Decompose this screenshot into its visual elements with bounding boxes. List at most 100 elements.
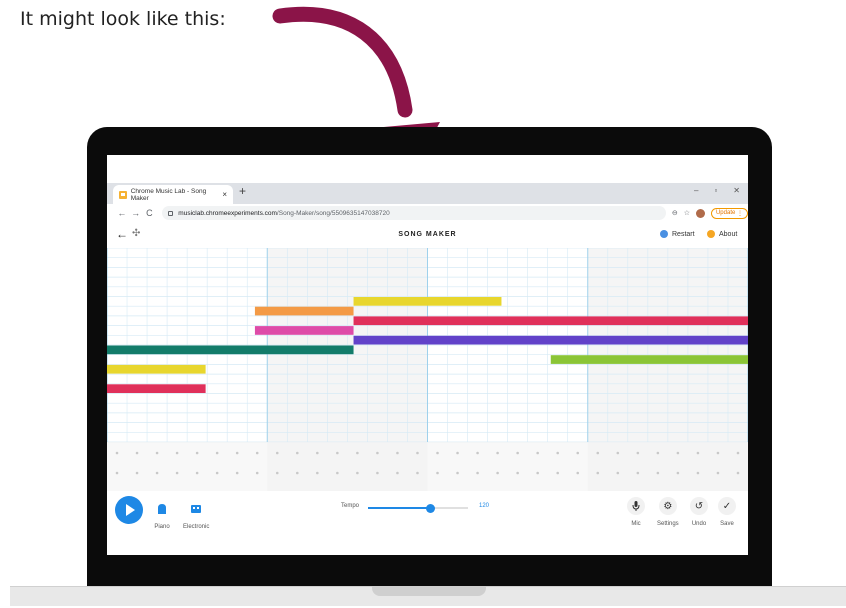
rhythm-dot	[416, 471, 419, 475]
undo-icon: ↺	[690, 497, 708, 515]
minimize-icon[interactable]: –	[694, 186, 698, 195]
electronic-instrument-button[interactable]: Electronic	[183, 500, 209, 530]
reload-icon[interactable]: C	[143, 208, 157, 218]
save-label: Save	[720, 521, 734, 527]
rhythm-dot	[476, 471, 479, 475]
rhythm-dot	[496, 471, 499, 475]
browser-tab[interactable]: Chrome Music Lab - Song Maker ×	[113, 185, 233, 204]
rhythm-dot	[155, 451, 159, 455]
rhythm-dot	[656, 471, 660, 475]
rhythm-dot	[516, 451, 519, 455]
rhythm-dot	[696, 451, 700, 455]
note-block	[254, 326, 354, 335]
rhythm-dot	[135, 471, 139, 475]
rhythm-dot	[636, 471, 640, 475]
page-title: SONG MAKER	[398, 231, 457, 238]
url-input[interactable]: musiclab.chromeexperiments.com /Song-Mak…	[162, 206, 666, 220]
rhythm-section	[107, 442, 748, 491]
tempo-value: 120	[479, 503, 490, 509]
rhythm-dot	[596, 471, 600, 475]
tempo-fill	[368, 507, 430, 509]
rhythm-dot	[115, 451, 119, 455]
forward-nav-icon[interactable]: →	[129, 208, 143, 218]
music-lab-favicon-icon	[119, 190, 127, 199]
rhythm-dot	[255, 451, 259, 455]
rhythm-dot	[255, 471, 259, 475]
rhythm-dot	[316, 451, 319, 455]
settings-button[interactable]: ⚙ Settings	[657, 497, 679, 527]
settings-label: Settings	[657, 521, 679, 527]
rhythm-dot	[235, 471, 239, 475]
rhythm-dot	[376, 471, 379, 475]
rhythm-dot	[316, 471, 319, 475]
back-nav-icon[interactable]: ←	[115, 208, 129, 218]
zoom-icon[interactable]: ⊖	[672, 209, 678, 217]
rhythm-dot	[656, 451, 660, 455]
tempo-handle[interactable]	[426, 504, 435, 513]
note-block	[353, 297, 502, 306]
rhythm-dot	[596, 451, 600, 455]
laptop-notch	[372, 586, 486, 596]
rhythm-dot	[456, 471, 459, 475]
note-block	[107, 384, 206, 393]
browser-tab-bar: Chrome Music Lab - Song Maker × + – ▫ ✕	[107, 183, 748, 204]
rhythm-dot	[456, 451, 459, 455]
rhythm-dot	[175, 471, 179, 475]
piano-label: Piano	[154, 524, 170, 530]
rhythm-dot	[436, 471, 439, 475]
rhythm-dot	[195, 471, 199, 475]
piano-icon	[153, 500, 171, 518]
rhythm-dot	[295, 471, 299, 475]
note-block	[254, 306, 354, 316]
electronic-icon	[187, 500, 205, 518]
caption-text: It might look like this:	[20, 8, 226, 30]
window-controls: – ▫ ✕	[694, 186, 740, 195]
undo-button[interactable]: ↺ Undo	[690, 497, 708, 527]
rhythm-dot	[356, 471, 359, 475]
rhythm-dot	[215, 451, 219, 455]
profile-avatar[interactable]	[695, 208, 705, 218]
rhythm-dot	[175, 451, 179, 455]
rhythm-dot	[396, 451, 399, 455]
play-icon	[126, 504, 135, 516]
rhythm-dot	[195, 451, 199, 455]
piano-instrument-button[interactable]: Piano	[153, 500, 171, 530]
rhythm-dot	[275, 451, 279, 455]
update-label: Update	[715, 210, 736, 216]
mic-button[interactable]: Mic	[627, 497, 645, 527]
song-grid[interactable]	[107, 248, 748, 491]
rhythm-dot	[295, 451, 299, 455]
new-tab-button[interactable]: +	[239, 184, 246, 198]
close-window-icon[interactable]: ✕	[733, 186, 740, 195]
tab-close-icon[interactable]: ×	[222, 190, 227, 199]
rhythm-dot	[676, 451, 680, 455]
rhythm-dot	[696, 471, 700, 475]
play-button[interactable]	[115, 496, 143, 524]
rhythm-dot	[476, 451, 479, 455]
restart-button[interactable]: Restart	[660, 230, 695, 238]
rhythm-dot	[336, 471, 339, 475]
note-block	[550, 355, 748, 364]
mic-label: Mic	[631, 521, 641, 527]
about-button[interactable]: About	[707, 230, 737, 238]
tempo-slider[interactable]	[368, 504, 468, 513]
rhythm-dot	[436, 451, 439, 455]
rhythm-dot	[215, 471, 219, 475]
rhythm-dot	[676, 471, 680, 475]
laptop-screen: Chrome Music Lab - Song Maker × + – ▫ ✕ …	[107, 155, 748, 555]
rhythm-dot	[556, 451, 560, 455]
app-header: ← ✣ SONG MAKER Restart About	[107, 222, 748, 248]
tempo-label: Tempo	[341, 503, 360, 509]
save-button[interactable]: ✓ Save	[718, 497, 736, 527]
maximize-icon[interactable]: ▫	[714, 186, 717, 195]
note-block	[107, 345, 354, 355]
rhythm-dot	[716, 471, 720, 475]
rhythm-dot	[356, 451, 359, 455]
note-block	[353, 316, 748, 326]
bookmark-star-icon[interactable]: ☆	[684, 209, 690, 217]
rhythm-dot	[115, 471, 119, 475]
update-button[interactable]: Update ⋮	[710, 207, 748, 219]
rhythm-dot	[636, 451, 640, 455]
rhythm-dot	[336, 451, 339, 455]
rhythm-dot	[536, 471, 539, 475]
